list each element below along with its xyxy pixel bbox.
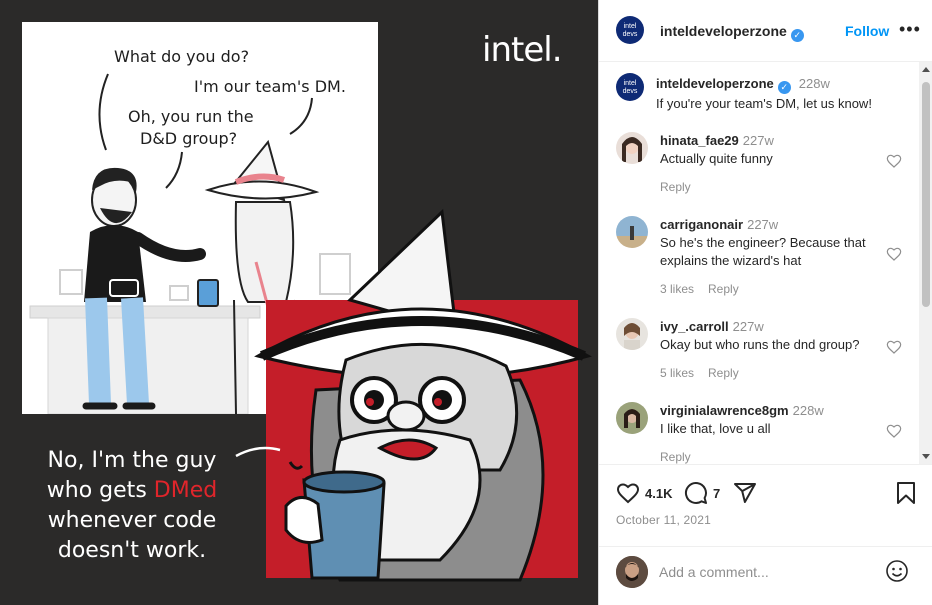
comment-time[interactable]: 227w — [747, 217, 778, 232]
caption-text-block: inteldeveloperzone ✓ 228w If you're your t… — [656, 74, 916, 114]
caption-avatar[interactable]: intel devs — [616, 73, 644, 101]
comment-time[interactable]: 228w — [793, 403, 824, 418]
caption-text: If you're your team's DM, let us know! — [656, 96, 872, 111]
punchline-line-2a: who gets — [46, 478, 154, 503]
header-username-text[interactable]: inteldeveloperzone — [660, 23, 787, 39]
comment-meta: Reply — [660, 180, 705, 194]
likes-count[interactable]: 4.1K — [645, 486, 672, 501]
comment-input[interactable] — [659, 562, 879, 582]
like-heart-icon[interactable] — [615, 481, 641, 505]
avatar-text-2: devs — [622, 31, 638, 38]
comments-scrollbar[interactable] — [919, 62, 932, 464]
punchline-line-4: doesn't work. — [57, 538, 207, 563]
comment-meta: 5 likes Reply — [660, 366, 753, 380]
reply-button[interactable]: Reply — [660, 450, 691, 464]
comment-text: Okay but who runs the dnd group? — [660, 337, 860, 352]
heart-icon[interactable] — [886, 339, 902, 355]
comment-likes[interactable]: 5 likes — [660, 366, 694, 380]
comment-body: ivy_.carroll 227w Okay but who runs the d… — [660, 318, 880, 354]
post-header: intel devs inteldeveloperzone ✓ Follow ••… — [599, 0, 932, 62]
punchline-line-2: who gets DMed — [26, 476, 238, 506]
scroll-thumb[interactable] — [922, 82, 930, 307]
caption-username[interactable]: inteldeveloperzone — [656, 76, 774, 91]
more-horizontal-icon[interactable]: ••• — [899, 20, 921, 38]
follow-button[interactable]: Follow — [845, 23, 889, 39]
intel-avatar[interactable]: intel devs — [616, 16, 644, 44]
post-date[interactable]: October 11, 2021 — [616, 513, 711, 527]
comment-meta: 3 likes Reply — [660, 282, 753, 296]
bookmark-icon[interactable] — [895, 481, 917, 505]
comment-time[interactable]: 227w — [733, 319, 764, 334]
comment-avatar[interactable] — [616, 132, 648, 164]
comment-username[interactable]: virginialawrence8gm — [660, 403, 789, 418]
comment-time[interactable]: 227w — [743, 133, 774, 148]
comment-body: virginialawrence8gm 228w I like that, lov… — [660, 402, 880, 438]
reply-button[interactable]: Reply — [708, 282, 739, 296]
punchline-line-3: whenever code — [47, 508, 217, 533]
comment-username[interactable]: hinata_fae29 — [660, 133, 739, 148]
add-comment-bar — [599, 546, 932, 605]
avatar-text-1: intel — [623, 23, 637, 30]
comment-text: Actually quite funny — [660, 151, 773, 166]
emoji-smiley-icon[interactable] — [885, 559, 909, 583]
share-send-icon[interactable] — [733, 481, 757, 505]
reply-button[interactable]: Reply — [708, 366, 739, 380]
scroll-up-arrow-icon[interactable] — [922, 67, 930, 72]
punchline-dmed: DMed — [153, 478, 218, 503]
caption-time[interactable]: 228w — [799, 76, 830, 91]
comment-likes[interactable]: 3 likes — [660, 282, 694, 296]
heart-icon[interactable] — [886, 153, 902, 169]
comment-username[interactable]: ivy_.carroll — [660, 319, 729, 334]
scroll-down-arrow-icon[interactable] — [922, 454, 930, 459]
comments-count[interactable]: 7 — [713, 486, 720, 501]
caption-avatar-text-2: devs — [622, 88, 638, 95]
heart-icon[interactable] — [886, 423, 902, 439]
header-username[interactable]: inteldeveloperzone ✓ — [660, 23, 804, 42]
verified-badge-icon: ✓ — [777, 81, 791, 94]
comment-meta: Reply — [660, 450, 705, 464]
comment-avatar[interactable] — [616, 402, 648, 434]
verified-badge-icon: ✓ — [790, 29, 804, 42]
heart-icon[interactable] — [886, 246, 902, 262]
comment-body: carriganonair 227w So he's the engineer? … — [660, 216, 880, 270]
comment-avatar[interactable] — [616, 216, 648, 248]
post-image[interactable]: What do you do? I'm our team's DM. Oh, y… — [0, 0, 598, 605]
comment-body: hinata_fae29 227w Actually quite funny — [660, 132, 880, 168]
comment-text-line-1: So he's the engineer? Because that — [660, 235, 866, 250]
reply-button[interactable]: Reply — [660, 180, 691, 194]
caption-avatar-text-1: intel — [623, 80, 637, 87]
post-actions: 4.1K 7 October 11, 2021 — [599, 464, 932, 546]
comment-text: I like that, love u all — [660, 421, 771, 436]
comment-username[interactable]: carriganonair — [660, 217, 743, 232]
comment-text-line-2: explains the wizard's hat — [660, 253, 802, 268]
current-user-avatar — [616, 556, 648, 588]
post-sidebar: intel devs inteldeveloperzone ✓ Follow ••… — [598, 0, 932, 605]
punchline-line-1: No, I'm the guy — [47, 448, 217, 473]
comments-list[interactable]: intel devs inteldeveloperzone ✓ 228w If yo… — [599, 62, 919, 464]
punchline-text: No, I'm the guy who gets DMed whenever c… — [26, 446, 238, 566]
comment-bubble-icon[interactable] — [684, 481, 708, 505]
comment-avatar[interactable] — [616, 318, 648, 350]
